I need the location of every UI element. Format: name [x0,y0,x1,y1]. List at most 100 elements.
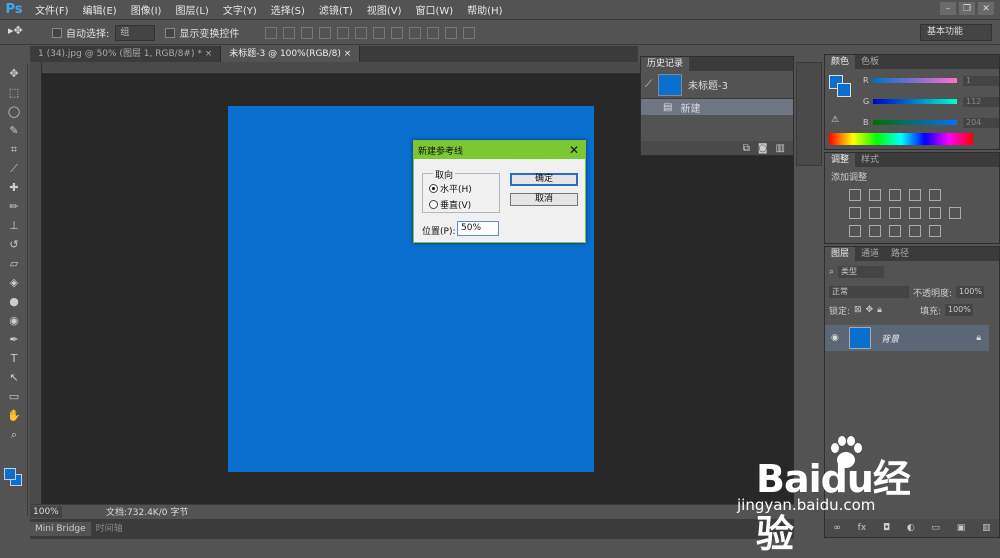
minimize-button[interactable]: – [940,2,956,15]
pen-tool-icon[interactable]: ✒ [0,330,28,349]
distribute-bottom-icon[interactable] [409,26,422,39]
position-input[interactable]: 50% [457,221,499,236]
zoom-tool-icon[interactable]: ⌕ [0,425,28,444]
menu-select[interactable]: 选择(S) [264,2,312,17]
quick-select-tool-icon[interactable]: ✎ [0,121,28,140]
exposure-icon[interactable] [909,189,921,201]
doc-tab-2-close-icon[interactable]: × [344,49,352,59]
clone-stamp-tool-icon[interactable]: ⊥ [0,216,28,235]
doc-tab-1-close-icon[interactable]: × [205,49,213,59]
blue-slider-row[interactable]: B 204 [863,117,999,128]
lock-all-icon[interactable]: 🔒︎ [877,305,882,315]
vertical-radio[interactable]: 垂直(V) [429,198,471,211]
new-document-from-state-icon[interactable]: ⧉ [743,143,750,154]
show-transform-checkbox[interactable] [165,27,176,38]
tab-layers[interactable]: 图层 [825,247,856,261]
horizontal-radio[interactable]: 水平(H) [429,182,472,195]
green-value[interactable]: 112 [963,96,999,107]
tab-styles[interactable]: 样式 [855,153,885,167]
blend-mode-dropdown[interactable]: 正常 [829,286,909,298]
tab-timeline[interactable]: 时间轴 [91,522,128,536]
menu-image[interactable]: 图像(I) [124,2,169,17]
move-tool-icon[interactable]: ✥ [0,64,28,83]
align-hcenter-icon[interactable] [337,26,350,39]
selective-color-icon[interactable] [909,225,921,237]
dodge-tool-icon[interactable]: ◉ [0,311,28,330]
distribute-left-icon[interactable] [427,26,440,39]
align-left-icon[interactable] [319,26,332,39]
rectangle-tool-icon[interactable]: ▭ [0,387,28,406]
red-slider-row[interactable]: R 1 [863,75,999,86]
blue-value[interactable]: 204 [963,117,999,128]
red-value[interactable]: 1 [963,75,999,86]
eyedropper-tool-icon[interactable]: ⟋ [0,159,28,178]
paint-bucket-tool-icon[interactable]: ◈ [0,273,28,292]
cancel-button[interactable]: 取消 [510,193,578,206]
align-top-icon[interactable] [265,26,278,39]
color-spectrum[interactable] [829,133,973,145]
auto-select-dropdown[interactable]: 组 [115,24,156,41]
new-layer-icon[interactable]: ▣ [957,523,966,533]
delete-layer-icon[interactable]: ▥ [982,523,991,533]
tab-mini-bridge[interactable]: Mini Bridge [30,522,91,536]
hue-saturation-icon[interactable] [849,207,861,219]
auto-select-checkbox[interactable] [52,27,62,38]
menu-type[interactable]: 文字(Y) [216,2,264,17]
curves-icon[interactable] [889,189,901,201]
lock-pixels-icon[interactable]: ⊠ [854,305,862,315]
distribute-top-icon[interactable] [373,26,386,39]
menu-window[interactable]: 窗口(W) [408,2,460,17]
vertical-radio-dot[interactable] [429,200,438,209]
restore-button[interactable]: ❐ [959,2,975,15]
ok-button[interactable]: 确定 [510,173,578,186]
menu-view[interactable]: 视图(V) [360,2,409,17]
history-brush-tool-icon[interactable]: ↺ [0,235,28,254]
color-balance-icon[interactable] [869,207,881,219]
menu-file[interactable]: 文件(F) [28,2,76,17]
align-right-icon[interactable] [355,26,368,39]
crop-tool-icon[interactable]: ⌗ [0,140,28,159]
history-snapshot[interactable]: ⟋ 未标题-3 [641,71,793,99]
vibrance-icon[interactable] [929,189,941,201]
zoom-field[interactable]: 100% [30,505,62,518]
tab-channels[interactable]: 通道 [855,247,885,261]
layer-filter-dropdown[interactable]: 类型 [838,266,885,278]
green-slider-row[interactable]: G 112 [863,96,999,107]
menu-edit[interactable]: 编辑(E) [76,2,124,17]
tab-swatches[interactable]: 色板 [855,55,885,69]
tab-history[interactable]: 历史记录 [641,57,690,71]
green-slider[interactable] [873,99,957,104]
tab-paths[interactable]: 路径 [885,247,915,261]
doc-tab-1[interactable]: 1 (34).jpg @ 50% (图层 1, RGB/8#) * × [30,46,222,62]
workspace-dropdown[interactable]: 基本功能 [920,24,992,41]
channel-mixer-icon[interactable] [929,207,941,219]
doc-tab-2[interactable]: 未标题-3 @ 100%(RGB/8) × [221,46,361,62]
history-step-new[interactable]: ▤ 新建 [641,99,793,115]
tab-adjustments[interactable]: 调整 [825,153,856,167]
fill-field[interactable]: 100% [944,304,973,316]
history-brush-source-icon[interactable]: ⟋ [645,79,652,90]
brightness-contrast-icon[interactable] [849,189,861,201]
menu-filter[interactable]: 滤镜(T) [312,2,360,17]
lock-position-icon[interactable]: ✥ [866,305,874,315]
menu-help[interactable]: 帮助(H) [460,2,509,17]
foreground-color-swatch[interactable] [4,468,16,480]
move-tool-preset-icon[interactable]: ▸✥ [8,24,42,42]
blur-tool-icon[interactable]: ● [0,292,28,311]
camera-icon[interactable]: ◙ [758,143,768,154]
eraser-tool-icon[interactable]: ▱ [0,254,28,273]
distribute-vcenter-icon[interactable] [391,26,404,39]
marquee-tool-icon[interactable]: ⬚ [0,83,28,102]
path-select-tool-icon[interactable]: ↖ [0,368,28,387]
vertical-ruler[interactable] [30,62,42,504]
brush-tool-icon[interactable]: ✏ [0,197,28,216]
close-button[interactable]: ✕ [978,2,994,15]
gradient-map-icon[interactable] [929,225,941,237]
red-slider[interactable] [873,78,957,83]
posterize-icon[interactable] [869,225,881,237]
trash-icon[interactable]: ▥ [776,143,785,154]
type-tool-icon[interactable]: T [0,349,28,368]
black-white-icon[interactable] [889,207,901,219]
color-lookup-icon[interactable] [949,207,961,219]
align-vcenter-icon[interactable] [283,26,296,39]
